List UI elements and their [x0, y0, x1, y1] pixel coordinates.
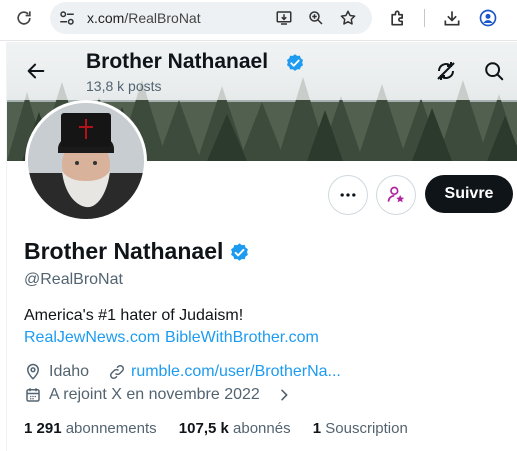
reload-icon[interactable]: [14, 8, 34, 28]
verified-badge-icon[interactable]: [229, 242, 250, 263]
browser-toolbar: x.com/RealBroNat: [0, 0, 517, 41]
url-text: x.com/RealBroNat: [87, 10, 201, 26]
following-stat[interactable]: 1 291 abonnements: [24, 420, 157, 437]
subscriptions-stat[interactable]: 1 Souscription: [313, 420, 408, 437]
joined-text: A rejoint X en novembre 2022: [49, 386, 260, 403]
following-count: 1 291: [24, 420, 62, 437]
website-link[interactable]: rumble.com/user/BrotherNa...: [131, 363, 341, 381]
header-post-count: 13,8 k posts: [86, 78, 162, 94]
subscriptions-label: Souscription: [325, 420, 408, 437]
profile-stats: 1 291 abonnements 107,5 k abonnés 1 Sous…: [24, 420, 426, 437]
subscribe-icon: [387, 186, 405, 203]
bio-link-biblewithbrother[interactable]: BibleWithBrother.com: [165, 329, 319, 346]
more-options-button[interactable]: [328, 175, 368, 215]
sync-off-icon[interactable]: [434, 59, 458, 83]
zoom-icon[interactable]: [307, 9, 325, 27]
profile-header-bar: Brother Nathanael 13,8 k posts: [7, 42, 517, 100]
back-arrow-icon[interactable]: [25, 60, 47, 82]
profile-avatar[interactable]: [25, 100, 147, 222]
header-name: Brother Nathanael: [86, 50, 269, 73]
install-app-icon[interactable]: [275, 9, 293, 27]
chevron-right-icon: [281, 389, 288, 401]
location-icon: [26, 363, 40, 380]
site-settings-icon[interactable]: [58, 9, 76, 27]
calendar-icon: [26, 388, 40, 402]
bookmark-star-icon[interactable]: [339, 9, 357, 27]
address-bar[interactable]: x.com/RealBroNat: [50, 2, 372, 34]
profile-handle: @RealBroNat: [24, 271, 123, 288]
link-icon: [109, 364, 125, 380]
bio-links: RealJewNews.com BibleWithBrother.com: [24, 329, 324, 347]
subscriptions-count: 1: [312, 420, 322, 437]
download-icon[interactable]: [442, 8, 462, 28]
url-host: x.com: [87, 10, 125, 26]
avatar-portrait-image: [28, 103, 144, 219]
follow-button[interactable]: Suivre: [425, 175, 513, 213]
search-icon[interactable]: [483, 60, 505, 82]
more-icon: [340, 193, 356, 197]
extensions-icon[interactable]: [388, 8, 408, 28]
followers-stat[interactable]: 107,5 k abonnés: [179, 420, 291, 437]
profile-icon[interactable]: [478, 8, 498, 28]
profile-name: Brother Nathanael: [24, 238, 224, 264]
profile-bio: America's #1 hater of Judaism!: [24, 307, 244, 324]
profile-page: Brother Nathanael 13,8 k posts Suivre Br…: [6, 42, 517, 451]
location-text: Idaho: [49, 363, 90, 380]
url-path: /RealBroNat: [124, 10, 201, 26]
following-label: abonnements: [65, 420, 157, 437]
followers-count: 107,5 k: [178, 420, 229, 437]
bio-link-realjewnews[interactable]: RealJewNews.com: [24, 329, 160, 346]
followers-label: abonnés: [233, 420, 291, 437]
toolbar-separator: [424, 9, 425, 27]
verified-badge-icon: [287, 54, 303, 71]
subscribe-button[interactable]: [376, 175, 416, 215]
